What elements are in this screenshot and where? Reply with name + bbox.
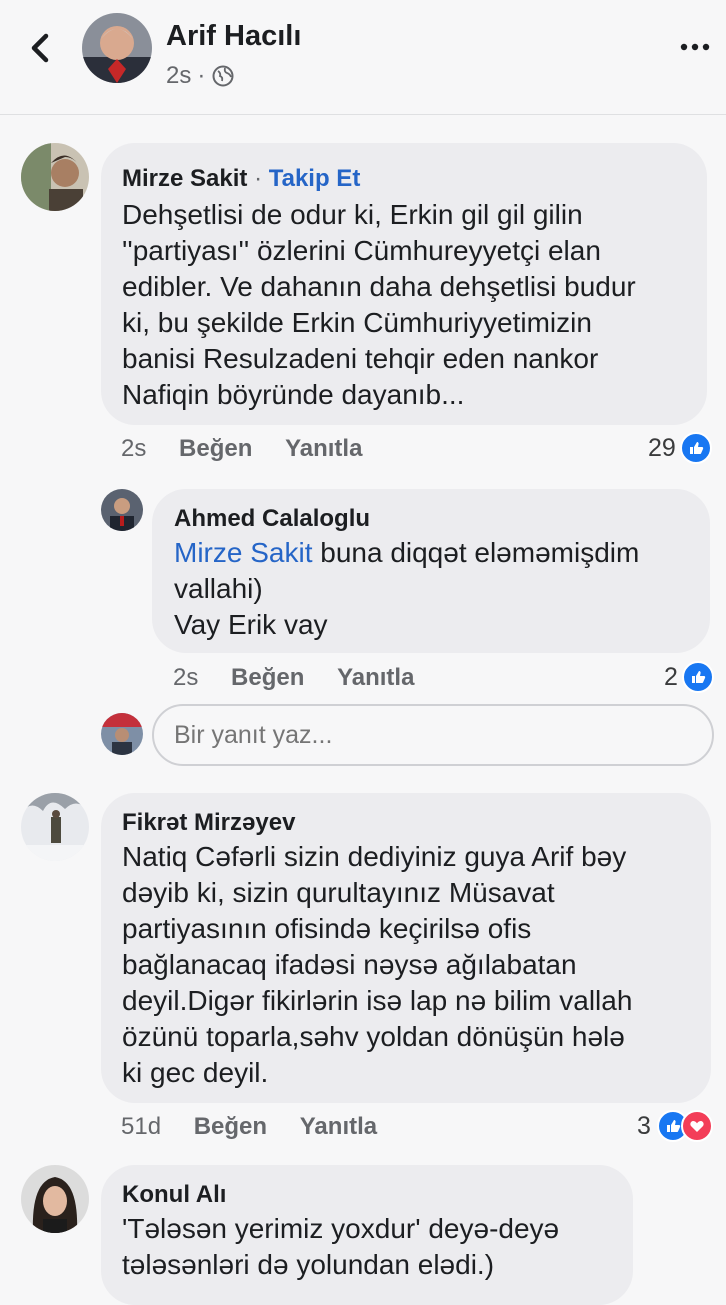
comment-time: 51d xyxy=(121,1113,162,1140)
avatar[interactable] xyxy=(21,143,89,211)
like-button[interactable]: Beğen xyxy=(179,435,252,462)
reply-button[interactable]: Yanıtla xyxy=(337,664,414,691)
comment-actions: 2s Beğen Yanıtla xyxy=(173,664,414,692)
comment-header: Mirze Sakit · Takip Et xyxy=(122,165,360,193)
thumbs-up-icon xyxy=(679,432,712,464)
comment-line: vallahi) xyxy=(174,573,263,604)
page-title[interactable]: Arif Hacılı xyxy=(166,20,301,53)
comment-author[interactable]: Konul Alı xyxy=(122,1181,226,1209)
meta-separator: · xyxy=(197,62,206,89)
reply-button[interactable]: Yanıtla xyxy=(300,1113,377,1140)
reply-input[interactable] xyxy=(152,704,714,766)
comment-line: ki gec deyil. xyxy=(122,1057,269,1088)
reaction-summary[interactable]: 2 xyxy=(664,661,714,693)
comment-line: 'Tələsən yerimiz yoxdur' deyə-deyə xyxy=(122,1213,560,1244)
post-time: 2s xyxy=(166,62,192,89)
reaction-count: 2 xyxy=(664,662,678,691)
comment-line: edibler. Ve dahanın daha dehşetlisi budu… xyxy=(122,271,636,302)
post-header: Arif Hacılı 2s · xyxy=(0,0,726,115)
reaction-count: 29 xyxy=(648,433,676,462)
comment-text: 'Tələsən yerimiz yoxdur' deyə-deyə tələs… xyxy=(122,1211,628,1283)
reaction-count: 3 xyxy=(637,1111,651,1140)
comment-line: ''partiyası'' özlerini Cümhureyyetçi ela… xyxy=(122,235,601,266)
name-separator: · xyxy=(254,165,263,192)
comment-author[interactable]: Ahmed Calaloglu xyxy=(174,505,370,533)
follow-link[interactable]: Takip Et xyxy=(269,165,361,192)
heart-icon xyxy=(680,1110,713,1142)
comment-text: Natiq Cəfərli sizin dediyiniz guya Arif … xyxy=(122,839,708,1091)
comment-author[interactable]: Fikrət Mirzəyev xyxy=(122,809,295,837)
chevron-left-icon xyxy=(31,33,49,63)
comment-time: 2s xyxy=(121,435,147,462)
comment-line: özünü toparla,səhv yoldan dönüşün hələ xyxy=(122,1021,625,1052)
more-icon xyxy=(680,43,710,51)
avatar[interactable] xyxy=(21,793,89,861)
comment-line: Natiq Cəfərli sizin dediyiniz guya Arif … xyxy=(122,841,627,872)
comment-line: ki, bu şekilde Erkin Cümhuriyyetimizin xyxy=(122,307,592,338)
comment-line: tələsənləri də yolundan elədi.) xyxy=(122,1249,495,1280)
author-avatar[interactable] xyxy=(82,13,152,83)
avatar[interactable] xyxy=(101,489,143,531)
like-button[interactable]: Beğen xyxy=(231,664,304,691)
globe-icon xyxy=(212,65,234,87)
comment-line: Nafiqin böyründe dayanıb... xyxy=(122,379,465,410)
comment-time: 2s xyxy=(173,664,199,691)
comment-actions: 51d Beğen Yanıtla xyxy=(121,1113,377,1141)
thumbs-up-icon xyxy=(681,661,714,693)
mention-link[interactable]: Mirze Sakit xyxy=(174,537,312,568)
reply-button[interactable]: Yanıtla xyxy=(285,435,362,462)
comment-line: partiyasının ofisində keçirilsə ofis xyxy=(122,913,532,944)
comment-line: banisi Resulzadeni tehqir eden nankor xyxy=(122,343,599,374)
comment-line: Dehşetlisi de odur ki, Erkin gil gil gil… xyxy=(122,199,583,230)
comment-line: dəyib ki, sizin qurultayınız Müsavat xyxy=(122,877,555,908)
comment-text: Dehşetlisi de odur ki, Erkin gil gil gil… xyxy=(122,197,702,413)
comment-line-rest: buna diqqət eləməmişdim xyxy=(312,537,640,568)
comment-line: Mirze Sakit buna diqqət eləməmişdim xyxy=(174,535,704,571)
comment-text: Mirze Sakit buna diqqət eləməmişdim vall… xyxy=(174,535,704,643)
avatar[interactable] xyxy=(21,1165,89,1233)
comment-line: bağlanacaq ifadəsi nəysə ağılabatan xyxy=(122,949,577,980)
more-options-button[interactable] xyxy=(680,36,710,58)
current-user-avatar xyxy=(101,713,143,755)
like-button[interactable]: Beğen xyxy=(194,1113,267,1140)
comment-line: deyil.Digər fikirlərin isə lap nə bilim … xyxy=(122,985,633,1016)
comment-author[interactable]: Mirze Sakit xyxy=(122,165,247,192)
back-button[interactable] xyxy=(26,28,58,68)
comment-line: Vay Erik vay xyxy=(174,609,328,640)
comment-actions: 2s Beğen Yanıtla xyxy=(121,435,362,463)
reaction-summary[interactable]: 3 xyxy=(637,1110,713,1142)
post-meta: 2s · xyxy=(166,62,235,90)
reaction-summary[interactable]: 29 xyxy=(648,432,712,464)
